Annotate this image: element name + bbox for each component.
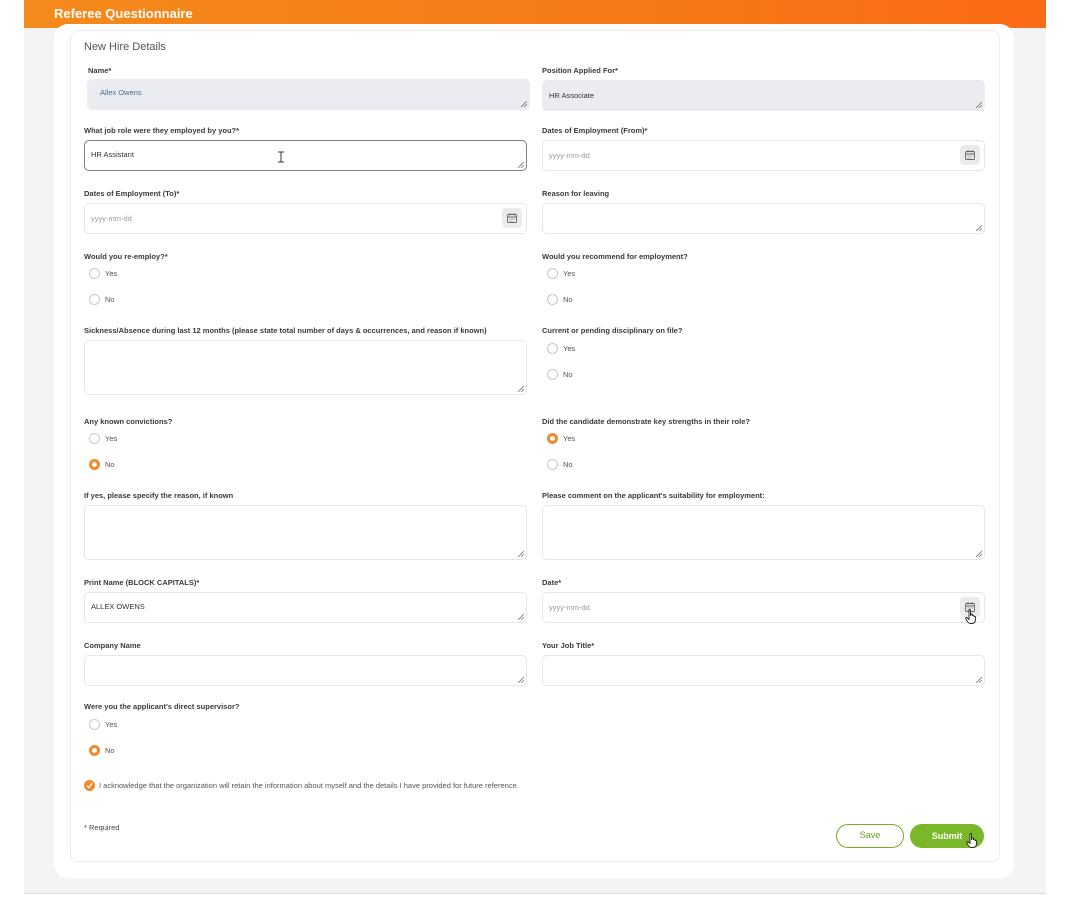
date-from-label: Dates of Employment (From)* [542,126,648,135]
reemploy-no-label: No [105,295,115,304]
sickness-label: Sickness/Absence during last 12 months (… [84,326,487,335]
strengths-no-radio[interactable] [547,459,558,470]
job-role-field[interactable]: HR Assistant [84,140,527,171]
recommend-yes-radio[interactable] [547,268,558,279]
disciplinary-yes-label: Yes [563,344,576,353]
disciplinary-label: Current or pending disciplinary on file? [542,326,683,335]
job-title-label: Your Job Title* [542,641,595,650]
convictions-no-radio[interactable] [89,459,100,470]
position-value: HR Associate [549,91,595,100]
convictions-label: Any known convictions? [84,417,173,426]
company-field[interactable] [84,655,527,686]
header-title: Referee Questionnaire [54,6,193,21]
calendar-icon [507,213,517,223]
acknowledge-text: I acknowledge that the organization will… [99,781,519,790]
position-label: Position Applied For* [542,66,618,75]
print-name-field[interactable]: ALLEX OWENS [84,592,527,623]
convictions-no-label: No [105,460,115,469]
date-from-placeholder: yyyy-mm-dd [549,151,590,160]
date-label: Date* [542,578,562,587]
job-role-label: What job role were they employed by you?… [84,126,240,135]
print-name-value: ALLEX OWENS [91,602,145,611]
required-note: * Required [84,823,120,832]
strengths-yes-radio[interactable] [547,433,558,444]
job-role-value: HR Assistant [91,150,134,159]
recommend-no-radio[interactable] [547,294,558,305]
resize-handle-icon[interactable] [518,677,524,683]
date-to-field[interactable]: yyyy-mm-dd [84,203,527,234]
page-bottom-line [24,893,1046,894]
text-cursor-icon [278,151,284,163]
convictions-yes-radio[interactable] [89,433,100,444]
resize-handle-icon[interactable] [521,101,527,107]
disciplinary-no-label: No [563,370,573,379]
strengths-no-label: No [563,460,573,469]
date-field[interactable]: yyyy-mm-dd [542,592,985,623]
date-placeholder: yyyy-mm-dd [549,603,590,612]
resize-handle-icon[interactable] [976,225,982,231]
supervisor-no-radio[interactable] [89,745,100,756]
resize-handle-icon[interactable] [976,677,982,683]
reason-leaving-label: Reason for leaving [542,189,610,198]
supervisor-no-label: No [105,746,115,755]
job-title-field[interactable] [542,655,985,686]
resize-handle-icon[interactable] [976,102,982,108]
hand-pointer-icon [965,609,976,624]
date-to-label: Dates of Employment (To)* [84,189,180,198]
check-icon [86,782,93,789]
conviction-reason-label: If yes, please specify the reason, if kn… [84,491,234,500]
supervisor-yes-radio[interactable] [89,719,100,730]
supervisor-label: Were you the applicant's direct supervis… [84,702,240,711]
sickness-field[interactable] [84,340,527,395]
convictions-yes-label: Yes [105,434,118,443]
supervisor-yes-label: Yes [105,720,118,729]
acknowledge-checkbox[interactable] [84,780,95,791]
name-label: Name* [88,66,112,75]
date-to-calendar-button[interactable] [502,208,522,228]
disciplinary-no-radio[interactable] [547,369,558,380]
reemploy-yes-radio[interactable] [89,268,100,279]
resize-handle-icon[interactable] [518,386,524,392]
strengths-yes-label: Yes [563,434,576,443]
reemploy-yes-label: Yes [105,269,118,278]
resize-handle-icon[interactable] [518,162,524,168]
recommend-yes-label: Yes [563,269,576,278]
suitability-label: Please comment on the applicant's suitab… [542,491,765,500]
suitability-field[interactable] [542,505,985,560]
section-title: New Hire Details [84,41,166,53]
name-value: Allex Owens [100,88,142,97]
date-from-field[interactable]: yyyy-mm-dd [542,140,985,171]
position-field[interactable]: HR Associate [542,80,985,111]
disciplinary-yes-radio[interactable] [547,343,558,354]
resize-handle-icon[interactable] [518,551,524,557]
calendar-icon [965,150,975,160]
resize-handle-icon[interactable] [976,551,982,557]
reason-leaving-field[interactable] [542,203,985,234]
save-button[interactable]: Save [836,824,904,848]
recommend-no-label: No [563,295,573,304]
print-name-label: Print Name (BLOCK CAPITALS)* [84,578,200,587]
date-from-calendar-button[interactable] [960,145,980,165]
reemploy-label: Would you re-employ?* [84,252,168,261]
company-label: Company Name [84,641,141,650]
conviction-reason-field[interactable] [84,505,527,560]
recommend-label: Would you recommend for employment? [542,252,688,261]
resize-handle-icon[interactable] [518,614,524,620]
name-field[interactable]: Allex Owens [87,79,530,110]
reemploy-no-radio[interactable] [89,294,100,305]
strengths-label: Did the candidate demonstrate key streng… [542,417,750,426]
hand-pointer-icon [966,833,977,848]
date-to-placeholder: yyyy-mm-dd [91,214,132,223]
